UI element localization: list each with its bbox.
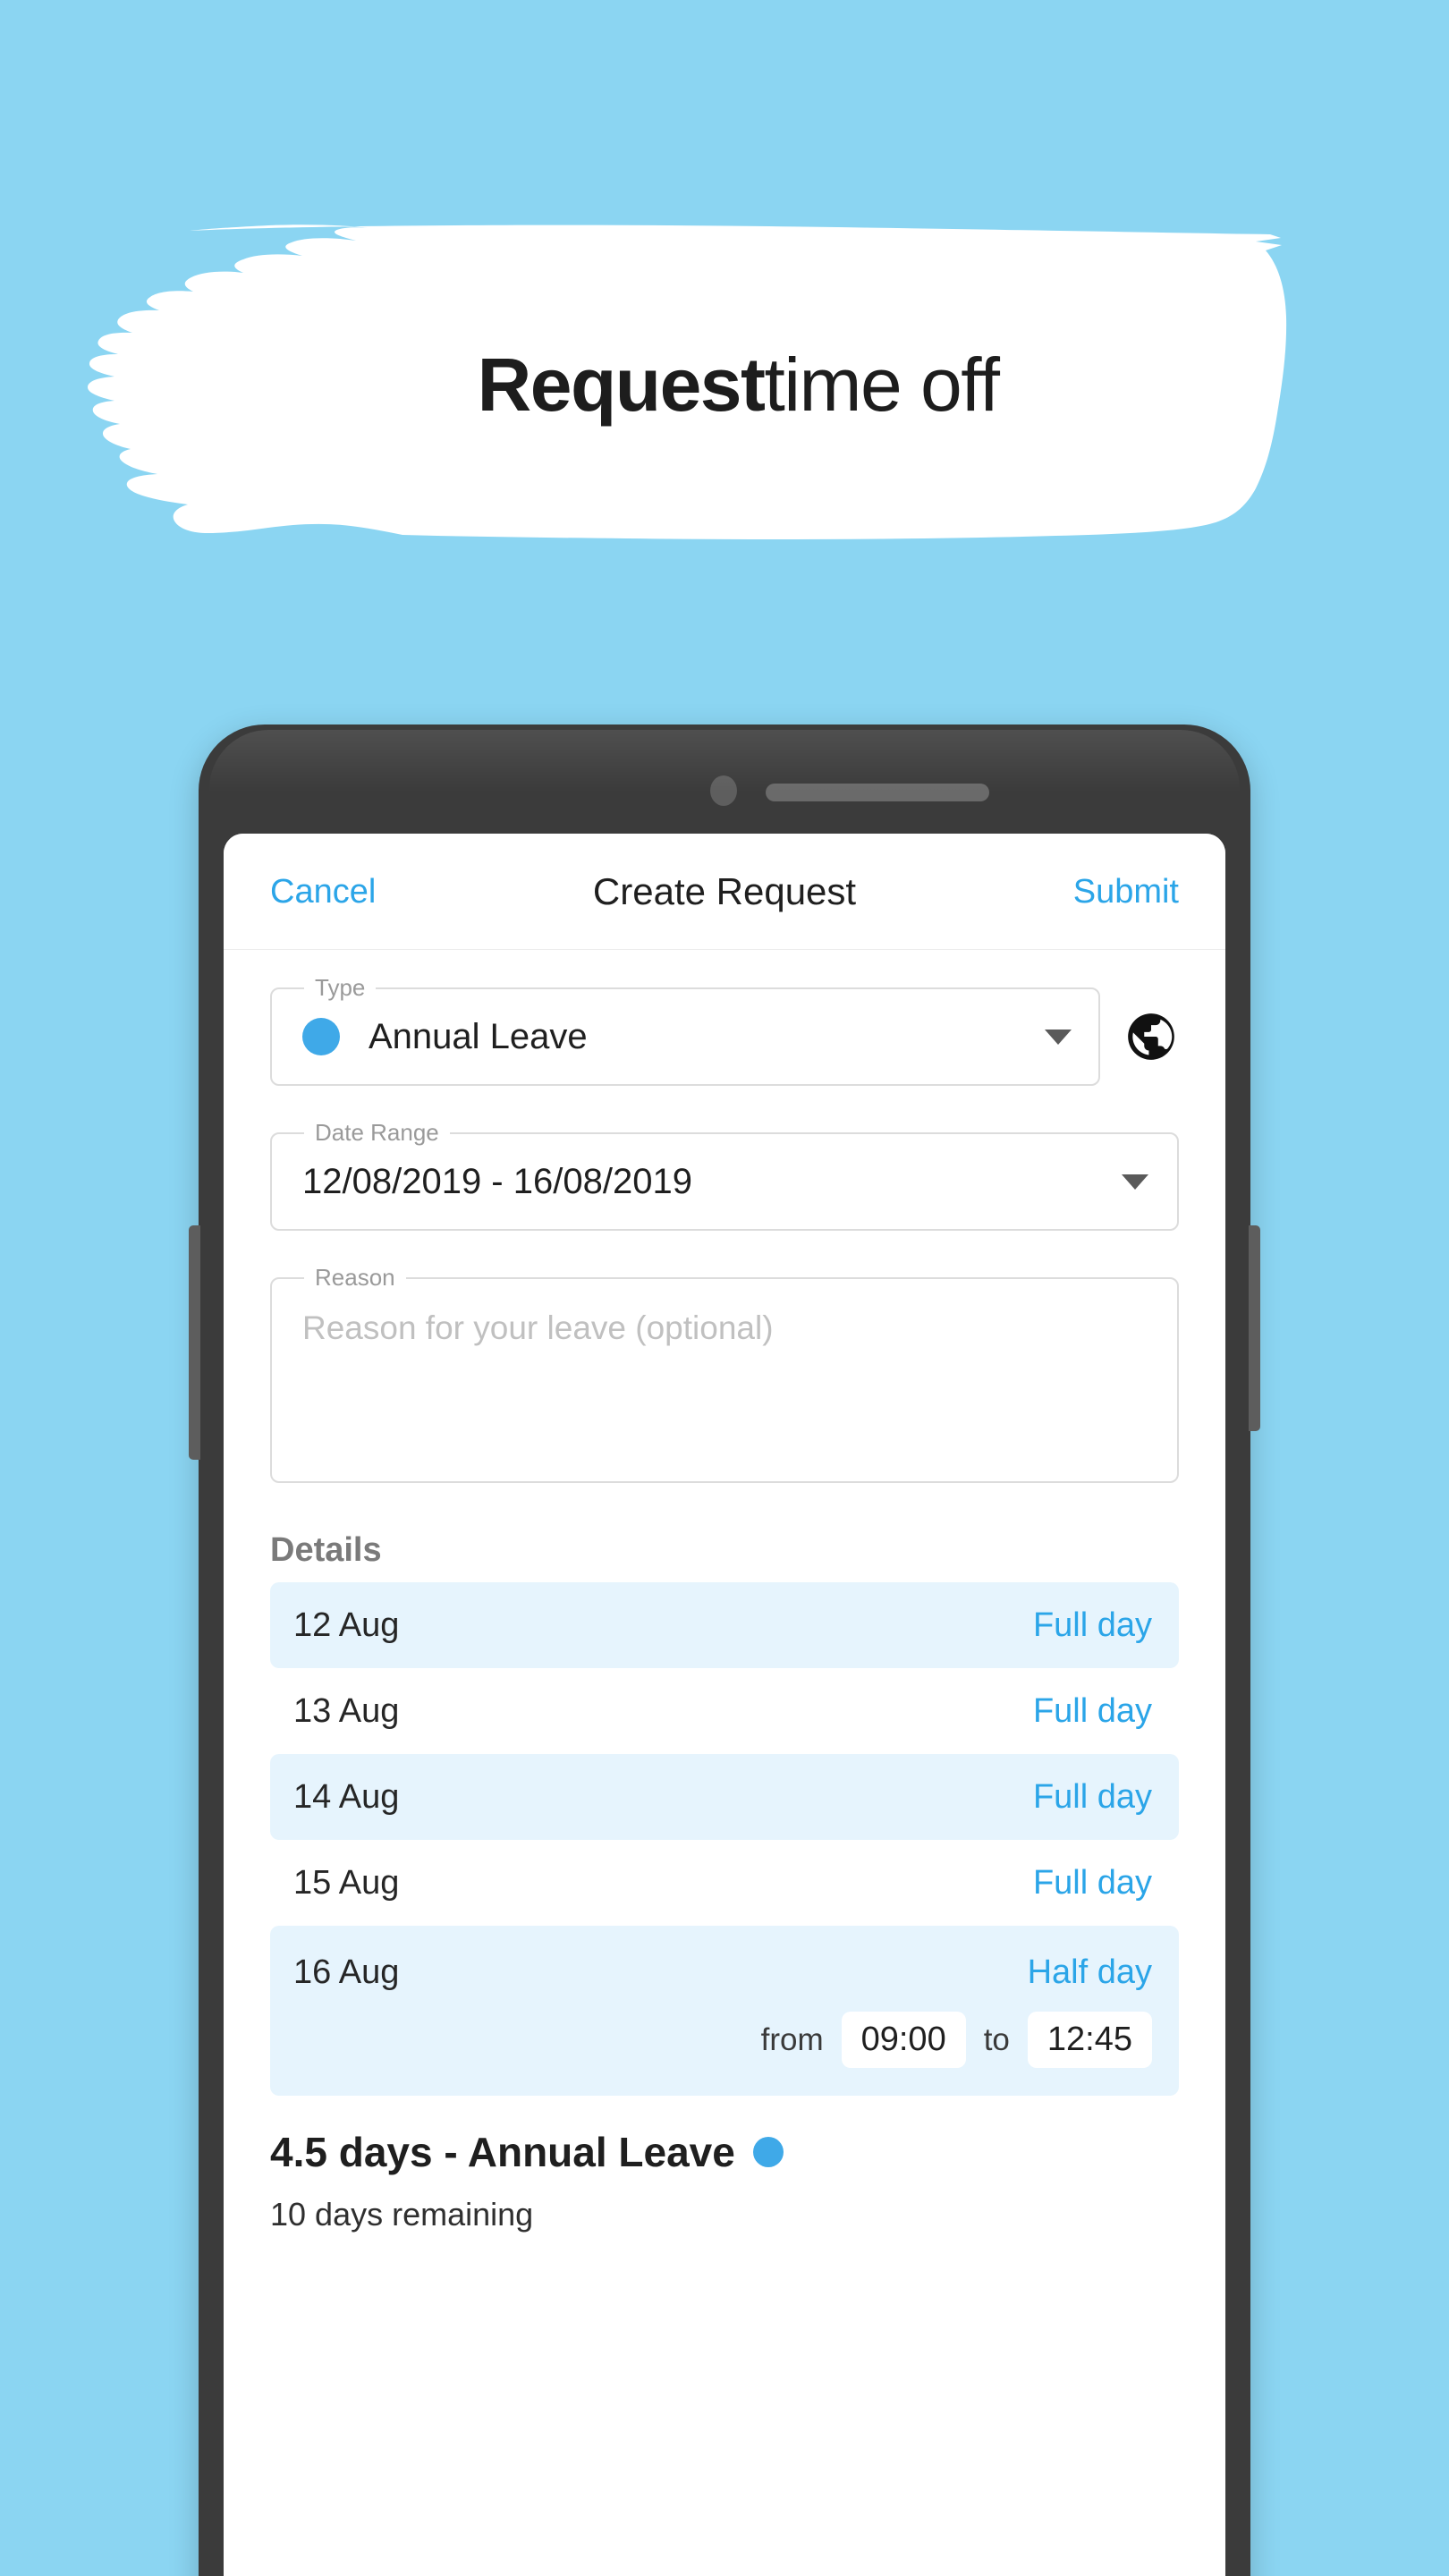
detail-date: 12 Aug [293,1606,400,1644]
chevron-down-icon [1045,1029,1072,1045]
summary-remaining: 10 days remaining [270,2196,534,2233]
date-range-value: 12/08/2019 - 16/08/2019 [302,1161,692,1201]
details-list: 12 Aug Full day 13 Aug Full day 14 Aug F… [224,1582,1225,2096]
table-row-half-day[interactable]: 16 Aug Half day from 09:00 to 12:45 [270,1926,1179,2096]
summary-total-text: 4.5 days - Annual Leave [270,2129,735,2175]
front-camera-icon [710,775,737,806]
phone-screen: Cancel Create Request Submit Type Annual… [224,834,1225,2576]
table-row[interactable]: 12 Aug Full day [270,1582,1179,1668]
to-label: to [983,2021,1010,2057]
globe-icon[interactable] [1123,1009,1179,1064]
table-row[interactable]: 15 Aug Full day [270,1840,1179,1926]
cancel-button[interactable]: Cancel [270,873,376,911]
detail-day-type[interactable]: Full day [1033,1778,1152,1817]
screen-title: Create Request [592,870,857,912]
detail-day-type[interactable]: Full day [1033,1864,1152,1902]
half-day-header: 16 Aug Half day [293,1953,1152,1992]
date-range-select[interactable]: Date Range 12/08/2019 - 16/08/2019 [270,1119,1179,1231]
detail-day-type[interactable]: Full day [1033,1692,1152,1731]
reason-field-label: Reason [304,1264,406,1292]
app-header: Cancel Create Request Submit [224,834,1225,950]
detail-date: 14 Aug [293,1777,400,1816]
chevron-down-icon [1122,1174,1148,1190]
detail-day-type[interactable]: Full day [1033,1606,1152,1645]
type-row: Type Annual Leave [270,974,1179,1086]
table-row[interactable]: 13 Aug Full day [270,1668,1179,1754]
leave-type-select[interactable]: Type Annual Leave [270,974,1100,1086]
leave-type-color-dot [752,2137,784,2167]
phone-mockup: Cancel Create Request Submit Type Annual… [189,724,1260,2576]
request-summary: 4.5 days - Annual Leave 10 days remainin… [224,2096,1225,2233]
leave-type-value: Annual Leave [369,1016,588,1056]
page-title: Request time off [0,224,1449,546]
leave-type-color-dot [302,1018,340,1055]
table-row[interactable]: 14 Aug Full day [270,1754,1179,1840]
end-time-input[interactable]: 12:45 [1027,2012,1152,2068]
promo-headline-banner: Request time off [0,224,1449,546]
submit-button[interactable]: Submit [1073,873,1179,911]
phone-power-button[interactable] [1249,1225,1260,1431]
detail-date: 16 Aug [293,1953,400,1991]
details-section-title: Details [270,1531,382,1569]
reason-textarea[interactable]: Reason Reason for your leave (optional) [270,1264,1179,1483]
detail-date: 15 Aug [293,1863,400,1902]
request-form: Type Annual Leave Date Range 12/08/2019 … [224,950,1225,1483]
half-day-time-row: from 09:00 to 12:45 [293,2012,1152,2068]
headline-light: time off [764,342,1000,427]
type-field-label: Type [304,974,377,1002]
headline-bold: Request [477,342,766,427]
phone-volume-button[interactable] [189,1225,200,1460]
date-range-field-label: Date Range [304,1119,450,1147]
detail-date: 13 Aug [293,1691,400,1730]
from-label: from [760,2021,824,2057]
detail-day-type[interactable]: Half day [1028,1953,1152,1992]
reason-placeholder: Reason for your leave (optional) [302,1309,774,1346]
earpiece-speaker [766,784,989,801]
summary-total: 4.5 days - Annual Leave [270,2128,1179,2176]
start-time-input[interactable]: 09:00 [841,2012,966,2068]
